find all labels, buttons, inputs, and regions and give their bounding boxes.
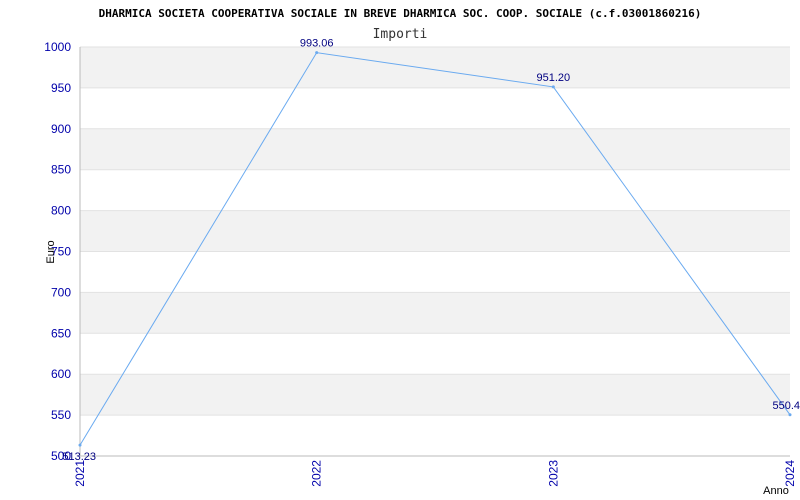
data-label: 993.06	[300, 38, 334, 50]
x-tick-labels: 2021 2022 2023 2024	[73, 460, 797, 487]
y-tick-label: 550	[51, 408, 71, 422]
data-point	[551, 85, 555, 89]
y-tick-label: 800	[51, 204, 71, 218]
y-tick-label: 650	[51, 326, 71, 340]
data-label: 513.23	[62, 451, 96, 463]
grid-band	[80, 87, 790, 129]
y-tick-label: 950	[51, 81, 71, 95]
grid-band	[80, 374, 790, 416]
y-tick-label: 900	[51, 122, 71, 136]
data-label: 550.4	[772, 400, 800, 412]
chart-subtitle: Importi	[373, 27, 428, 42]
chart: 5005506006507007508008509009501000 2021 2…	[44, 7, 800, 497]
grid-band	[80, 333, 790, 375]
x-tick-label: 2024	[783, 460, 797, 487]
grid-band	[80, 210, 790, 252]
data-label: 951.20	[537, 72, 571, 84]
grid-band	[80, 169, 790, 211]
y-tick-label: 850	[51, 163, 71, 177]
x-tick-label: 2023	[546, 460, 560, 487]
grid-band	[80, 128, 790, 170]
y-tick-label: 700	[51, 285, 71, 299]
grid-band	[80, 292, 790, 334]
chart-title: DHARMICA SOCIETA COOPERATIVA SOCIALE IN …	[99, 7, 702, 20]
data-point	[315, 51, 319, 55]
grid-band	[80, 251, 790, 293]
data-point	[788, 413, 792, 417]
grid-band	[80, 47, 790, 88]
data-point	[78, 443, 82, 447]
y-axis-label: Euro	[45, 240, 57, 263]
grid-band	[80, 415, 790, 456]
y-tick-label: 600	[51, 367, 71, 381]
x-tick-label: 2021	[73, 460, 87, 487]
x-tick-label: 2022	[310, 460, 324, 487]
y-tick-label: 1000	[44, 40, 71, 54]
x-axis-label: Anno	[763, 485, 789, 497]
